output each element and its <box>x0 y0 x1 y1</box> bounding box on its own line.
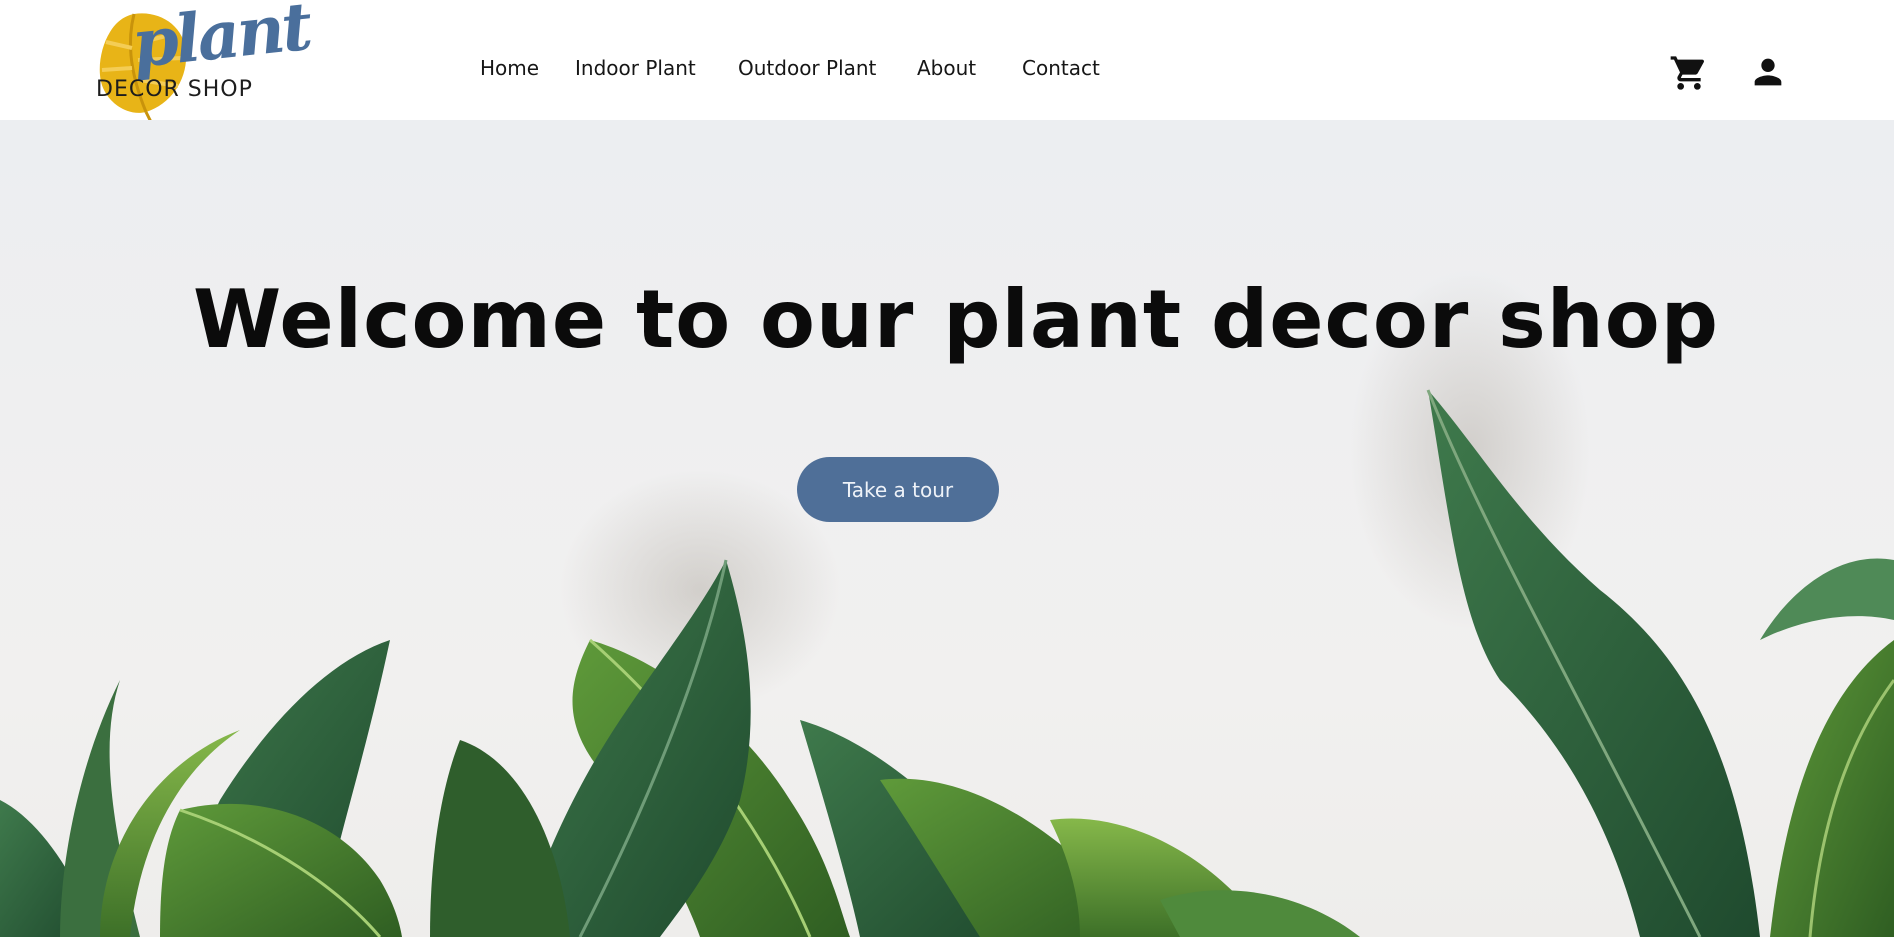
nav-contact[interactable]: Contact <box>1022 56 1100 80</box>
brand-logo[interactable]: plant DECOR SHOP <box>94 0 313 120</box>
logo-script-text: plant <box>128 0 314 84</box>
nav-home[interactable]: Home <box>480 56 539 80</box>
nav-about[interactable]: About <box>917 56 976 80</box>
hero-plant-image <box>0 270 1894 937</box>
hero-section: Welcome to our plant decor shop Take a t… <box>0 120 1894 937</box>
user-icon[interactable] <box>1748 52 1788 92</box>
site-header: plant DECOR SHOP Home Indoor Plant Outdo… <box>0 0 1894 120</box>
nav-outdoor-plant[interactable]: Outdoor Plant <box>738 56 876 80</box>
take-a-tour-button[interactable]: Take a tour <box>797 457 999 522</box>
nav-indoor-plant[interactable]: Indoor Plant <box>575 56 696 80</box>
cart-icon[interactable] <box>1669 53 1709 93</box>
hero-title: Welcome to our plant decor shop <box>193 273 1719 366</box>
logo-subtitle: DECOR SHOP <box>96 77 253 102</box>
